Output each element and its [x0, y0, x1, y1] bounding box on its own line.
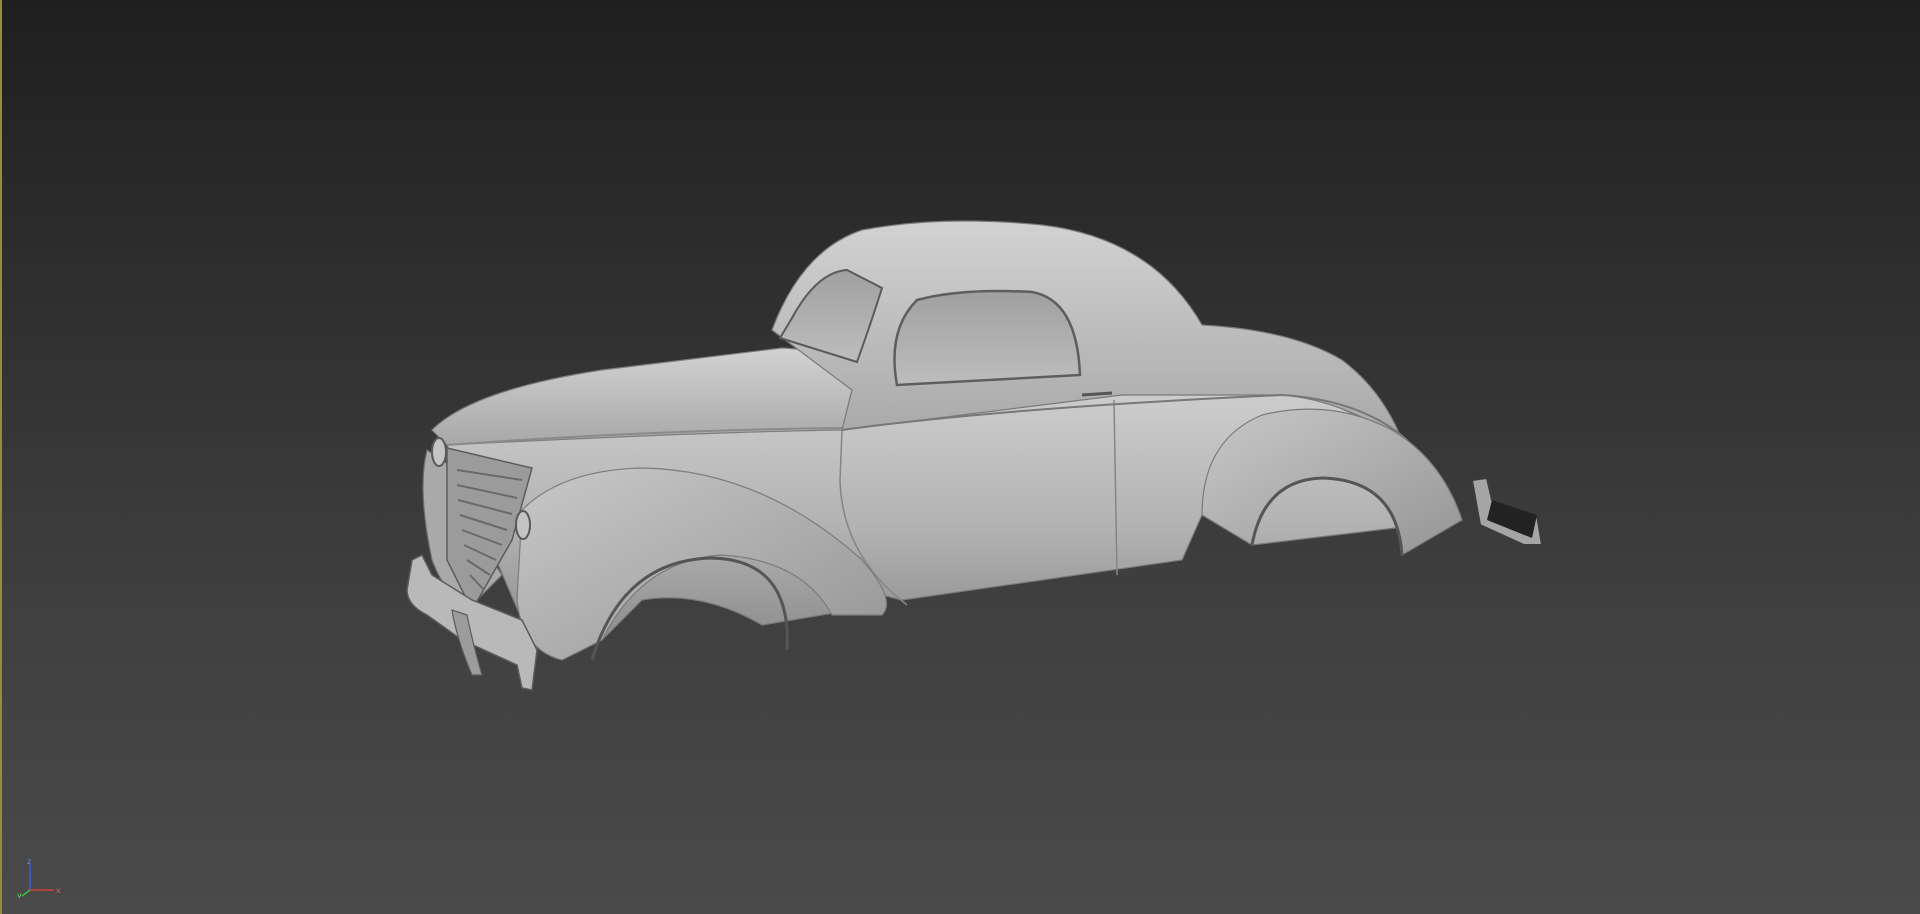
axis-gizmo: z x y [17, 858, 61, 898]
hood [431, 347, 853, 446]
headlight-left [431, 437, 447, 467]
axis-z-label: z [27, 858, 31, 866]
headlight-right [515, 510, 531, 540]
door-handle [1081, 391, 1113, 397]
side-window [893, 289, 1082, 387]
axis-y-line [21, 889, 31, 897]
3d-viewport[interactable]: z x y [0, 0, 1920, 914]
car-body-model[interactable] [2, 0, 1920, 914]
axis-x-label: x [56, 886, 61, 895]
axis-y-label: y [17, 891, 22, 898]
